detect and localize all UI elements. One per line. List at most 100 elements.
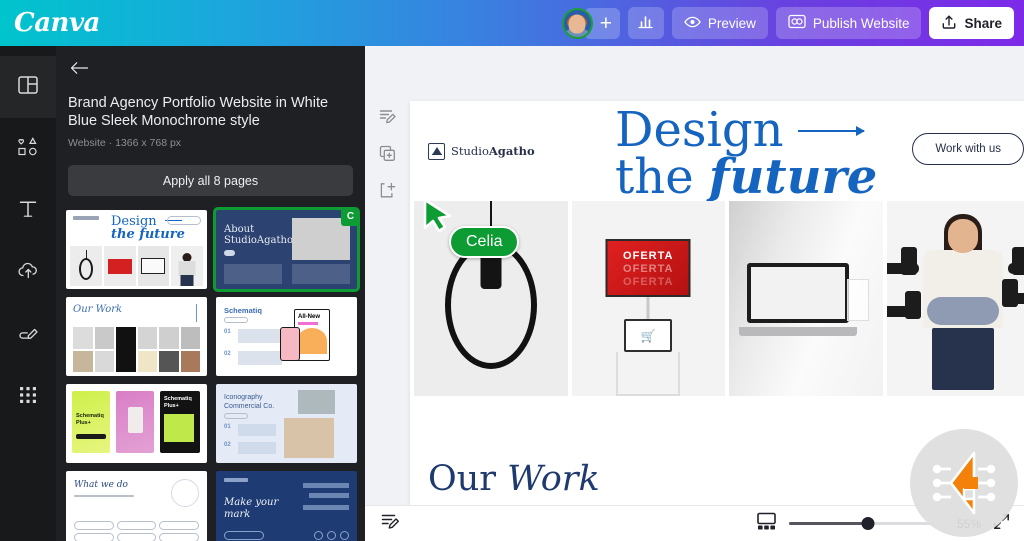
- thumb-heading: Schematiq: [224, 306, 262, 315]
- top-toolbar: Canva + Preview Publish Website Share: [0, 0, 1024, 46]
- cursor-arrow-icon: [423, 198, 452, 233]
- grid-view-icon[interactable]: [756, 512, 777, 536]
- person-figure: [923, 214, 1004, 390]
- canva-logo[interactable]: Canva: [14, 8, 100, 38]
- thumb-pills: [74, 521, 199, 541]
- phones-person-photo[interactable]: [886, 201, 1024, 396]
- sidebar-item-uploads[interactable]: [0, 242, 56, 304]
- back-button[interactable]: [70, 56, 98, 82]
- zoom-slider-thumb[interactable]: [861, 517, 875, 530]
- template-thumb-our-work[interactable]: Our Work: [66, 297, 207, 376]
- thumb-num-2: 02: [224, 351, 231, 357]
- collaborator-name-tag: Celia: [449, 226, 520, 258]
- logo-light-text: Studio: [451, 144, 489, 158]
- template-thumb-design-the-future[interactable]: Design the future: [66, 210, 207, 289]
- duplicate-page-icon[interactable]: [379, 145, 396, 167]
- publish-label: Publish Website: [812, 15, 910, 31]
- circuit-arrow-icon: [932, 451, 996, 515]
- thumb-circles-icon: [171, 479, 199, 507]
- thumb-heading-l2: Commercial Co.: [224, 403, 275, 410]
- oferta-display-photo[interactable]: OFERTA OFERTA OFERTA 🛒: [571, 201, 725, 396]
- thumb-heading: Our Work: [73, 304, 123, 315]
- back-arrow-icon: [70, 60, 89, 79]
- template-thumb-what-we-do[interactable]: What we do: [66, 471, 207, 541]
- thumb-text-1: [238, 329, 282, 343]
- add-page-icon[interactable]: [379, 182, 396, 204]
- sidebar-item-apps[interactable]: [0, 366, 56, 428]
- thumb-tag: [224, 317, 248, 323]
- studio-logo-text: StudioAgatho: [451, 144, 535, 158]
- thumb-card-3-label: Schematiq Plus+: [164, 396, 192, 409]
- notes-edit-icon[interactable]: [379, 108, 396, 130]
- apply-label: Apply all 8 pages: [162, 173, 259, 188]
- logo-bold-text: Agatho: [488, 144, 535, 158]
- sidebar-item-text[interactable]: [0, 180, 56, 242]
- thumb-cta: [224, 531, 264, 540]
- page-header: StudioAgatho Design the future Work with…: [410, 101, 1024, 201]
- sidebar-item-design[interactable]: [0, 56, 56, 118]
- person-bag: [927, 297, 1000, 325]
- thumb-card-3: Schematiq Plus+: [160, 391, 200, 453]
- thumb-tag: [224, 413, 248, 419]
- thumb-heading-l1: About: [224, 224, 255, 235]
- template-thumb-schematiq-plus[interactable]: Schematiq Plus+ Schematiq Plus+: [66, 384, 207, 463]
- long-arrow-icon: [797, 126, 865, 136]
- zoom-slider[interactable]: [789, 516, 933, 532]
- template-thumb-about-studioagatho[interactable]: C About StudioAgatho: [213, 207, 360, 292]
- laptop-base: [739, 327, 857, 336]
- template-thumb-schematiq[interactable]: Schematiq 01 02 All-New: [216, 297, 357, 376]
- thumb-card-1-label: Schematiq Plus+: [76, 413, 104, 426]
- thumb-heading-l1: Make your: [224, 497, 279, 508]
- template-thumb-iconography[interactable]: Iconography Commercial Co. 01 02: [216, 384, 357, 463]
- thumb-num-1: 01: [224, 424, 231, 430]
- sidebar-item-elements[interactable]: [0, 118, 56, 180]
- oferta-small-laptop: 🛒: [624, 319, 673, 352]
- hero-headline[interactable]: Design the future: [615, 106, 877, 201]
- thumb-text-1: [238, 424, 276, 436]
- studio-logo[interactable]: StudioAgatho: [428, 142, 535, 160]
- thumb-image-grid: [73, 327, 200, 372]
- thumb-heading: Make your mark: [224, 497, 278, 521]
- apps-grid-icon: [18, 385, 38, 410]
- thumb-heading-l1: Iconography: [224, 394, 263, 401]
- sidebar-item-draw[interactable]: [0, 304, 56, 366]
- topbar-actions: + Preview Publish Website Share: [561, 0, 1024, 46]
- thumb-contact-1: [303, 483, 349, 488]
- thumb-card-2: [116, 391, 154, 453]
- thumb-heading: About StudioAgatho: [224, 224, 293, 246]
- template-thumb-make-your-mark[interactable]: Make your mark: [216, 471, 357, 541]
- glass: [846, 279, 869, 321]
- instagram-icon: [340, 531, 349, 540]
- insights-button[interactable]: [627, 7, 664, 39]
- oferta-text-1: OFERTA: [623, 250, 674, 262]
- thumb-content: Design the future: [66, 210, 207, 289]
- laptop-desk-photo[interactable]: [729, 201, 883, 396]
- notes-icon[interactable]: [381, 512, 400, 536]
- our-work-heading[interactable]: Our Work: [428, 459, 600, 499]
- avatar[interactable]: [561, 7, 593, 39]
- laptop-screen: [747, 263, 849, 323]
- canvas-scrollbar[interactable]: [1017, 46, 1024, 541]
- preview-button[interactable]: Preview: [671, 7, 768, 39]
- apply-all-pages-button[interactable]: Apply all 8 pages: [68, 165, 353, 196]
- thumb-heading-l2: StudioAgatho: [224, 235, 293, 246]
- our-work-b: Work: [507, 459, 600, 499]
- thumb-contact-2: [309, 493, 349, 498]
- collaborators-group: +: [561, 7, 620, 39]
- thumb-photo-2: [284, 418, 334, 458]
- triangle-logo-icon: [428, 142, 445, 160]
- share-button[interactable]: Share: [929, 7, 1014, 39]
- thumb-tablet-label: All-New: [298, 314, 321, 320]
- zoom-slider-fill: [789, 522, 869, 525]
- work-with-us-button[interactable]: Work with us: [912, 133, 1024, 165]
- page-title: Brand Agency Portfolio Website in White …: [68, 95, 329, 129]
- down-arrow-icon: [196, 304, 197, 322]
- publish-website-button[interactable]: Publish Website: [775, 7, 922, 39]
- thumb-heading: Iconography Commercial Co.: [224, 393, 274, 411]
- our-work-a: Our: [428, 459, 508, 499]
- cart-icon: 🛒: [640, 328, 656, 343]
- share-label: Share: [964, 15, 1002, 31]
- phone-4: [1002, 279, 1018, 307]
- uploads-cloud-icon: [17, 260, 40, 287]
- collaborator-badge: C: [341, 210, 357, 226]
